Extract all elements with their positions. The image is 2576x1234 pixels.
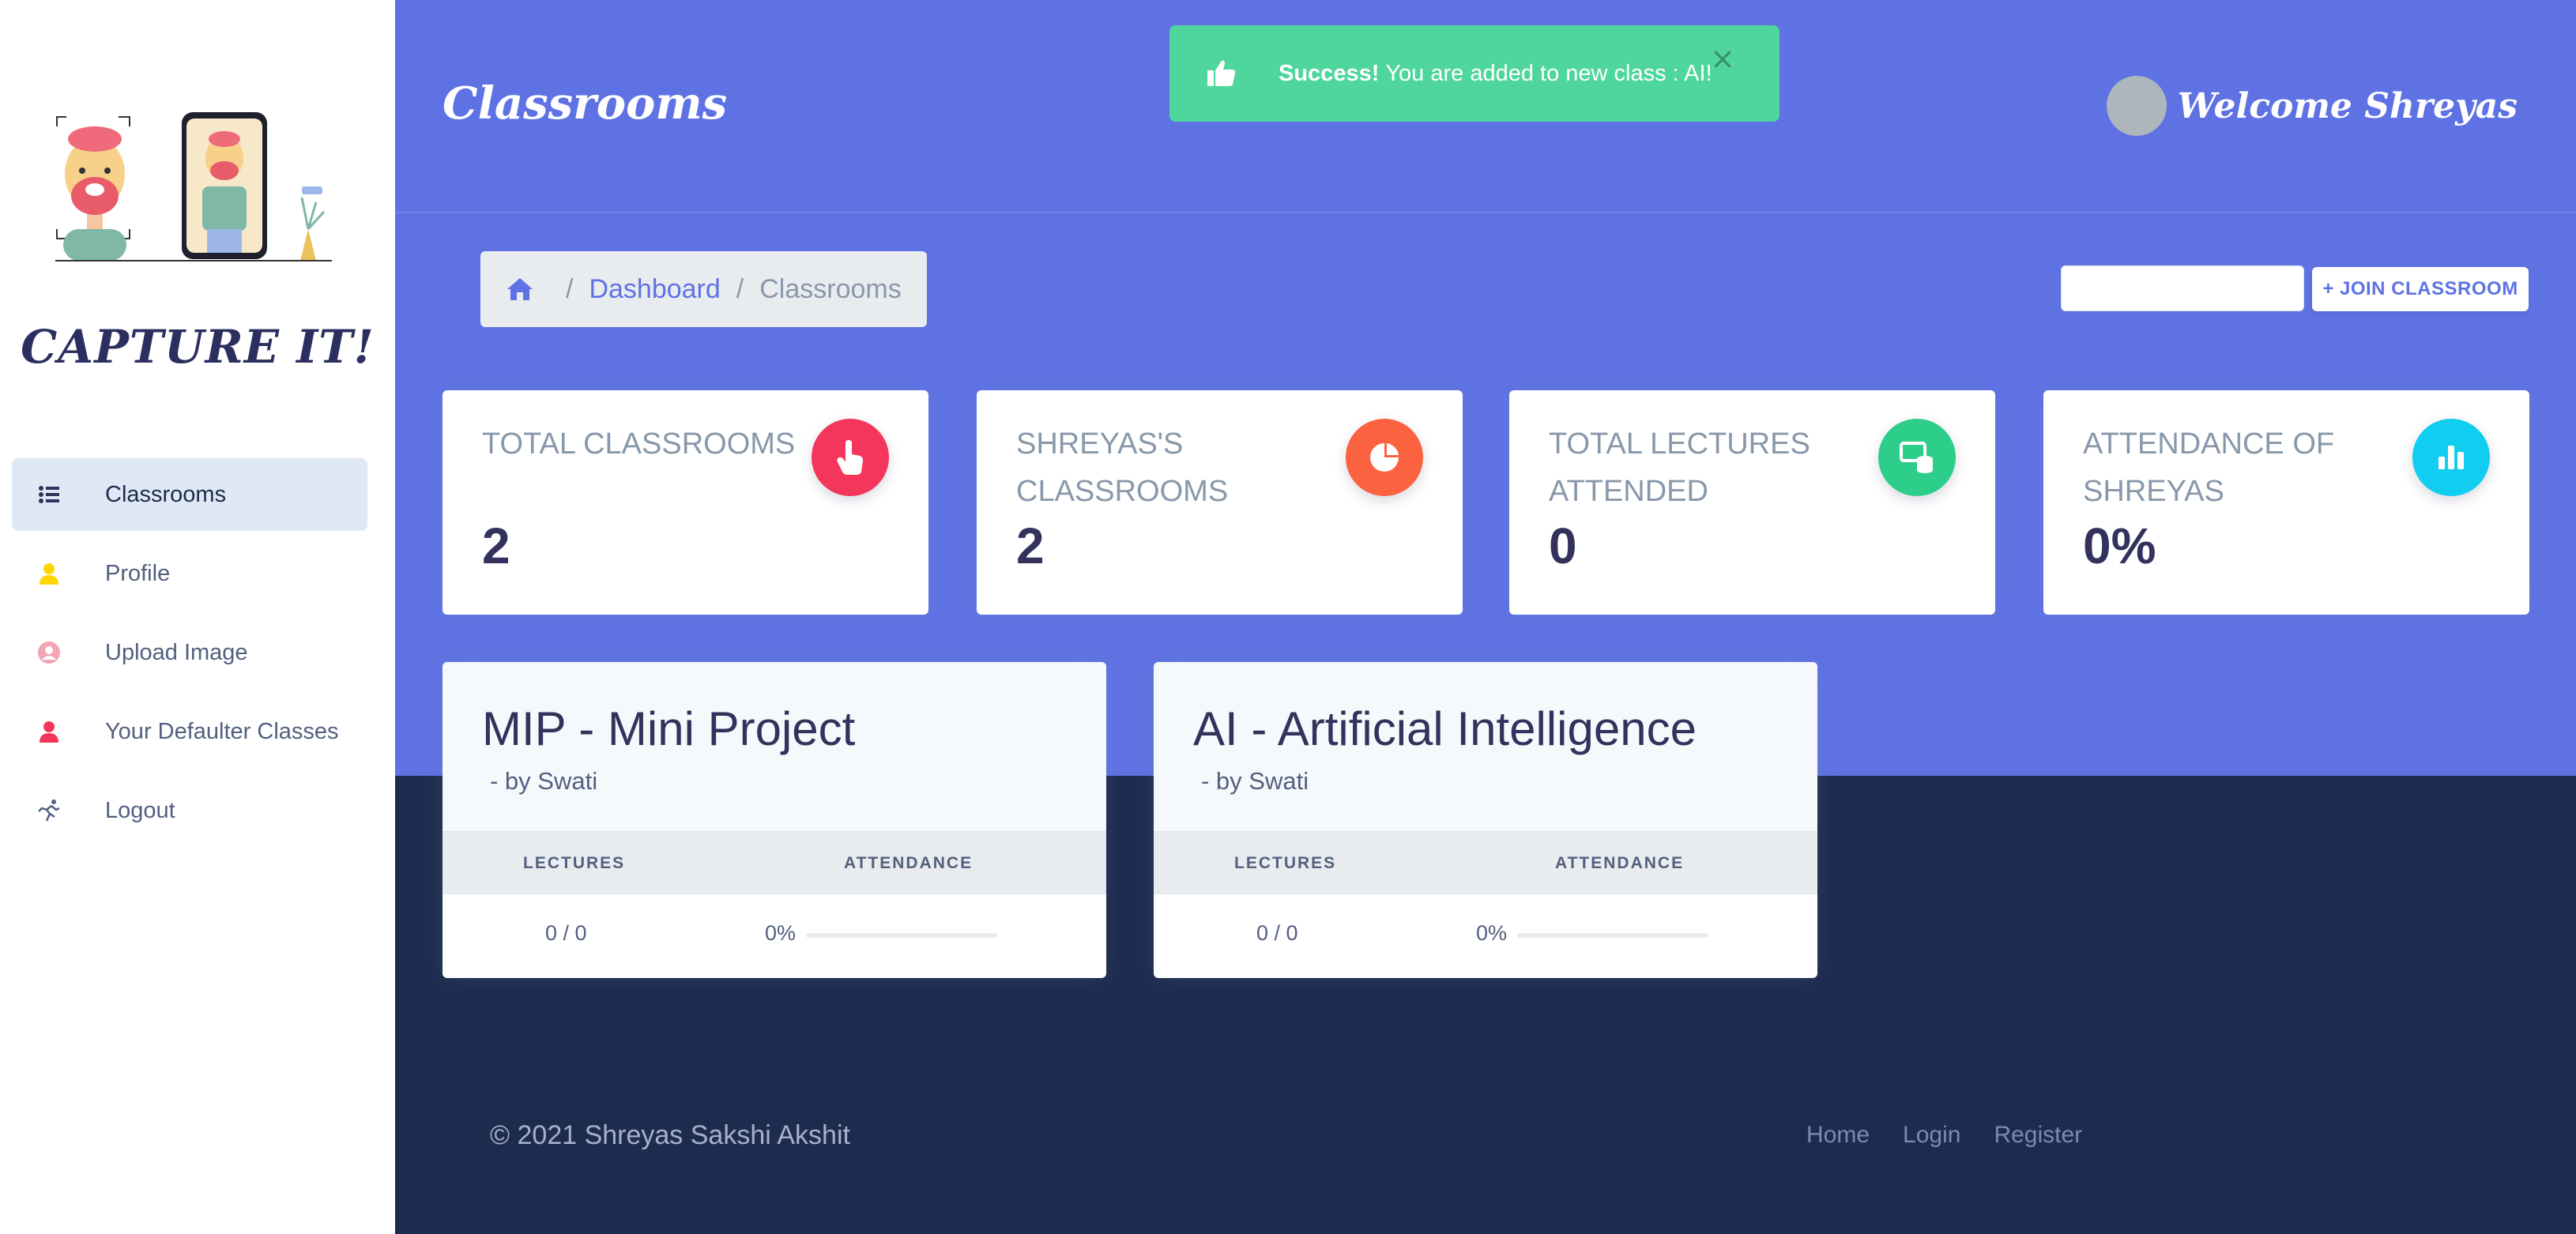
running-icon (37, 799, 61, 822)
brand-title: CAPTURE IT! (21, 320, 375, 374)
sidebar-item-label: Upload Image (105, 639, 248, 665)
stat-card-shreyas-classrooms: SHREYAS'S CLASSROOMS 2 (977, 390, 1463, 615)
class-teacher: - by Swati (490, 767, 598, 795)
table-header: LECTURES ATTENDANCE (443, 831, 1106, 894)
stat-value: 2 (482, 517, 510, 574)
lectures-count: 0 / 0 (545, 921, 587, 945)
user-icon (37, 720, 61, 743)
sidebar-item-label: Profile (105, 560, 171, 586)
sidebar-item-label: Logout (105, 797, 175, 823)
stat-value: 0 (1549, 517, 1577, 574)
sidebar-item-label: Your Defaulter Classes (105, 718, 339, 744)
user-circle-icon (37, 641, 61, 664)
stat-title: TOTAL LECTURES ATTENDED (1549, 427, 1810, 508)
footer-link-register[interactable]: Register (1994, 1122, 2082, 1149)
logo-illustration (55, 112, 332, 261)
sidebar-item-defaulter-classes[interactable]: Your Defaulter Classes (12, 695, 367, 768)
lectures-header: LECTURES (523, 854, 626, 872)
lectures-header: LECTURES (1234, 854, 1337, 872)
join-code-input[interactable] (2061, 265, 2304, 311)
close-icon[interactable]: × (1710, 41, 1735, 76)
sidebar-nav: Classrooms Profile Upload Image Your Def… (12, 458, 367, 853)
footer-link-login[interactable]: Login (1903, 1122, 1960, 1149)
class-teacher: - by Swati (1201, 767, 1309, 795)
stat-value: 2 (1016, 517, 1045, 574)
stat-title: TOTAL CLASSROOMS (482, 427, 796, 461)
bar-chart-icon (2412, 419, 2490, 496)
class-name: MIP - Mini Project (482, 702, 856, 755)
sidebar-item-label: Classrooms (105, 481, 227, 507)
alert-message: You are added to new class : AI! (1385, 60, 1712, 86)
class-name: AI - Artificial Intelligence (1193, 702, 1697, 755)
sidebar-item-logout[interactable]: Logout (12, 774, 367, 847)
breadcrumb-dashboard-link[interactable]: Dashboard (589, 274, 720, 305)
sidebar-item-classrooms[interactable]: Classrooms (12, 458, 367, 531)
sidebar-item-upload-image[interactable]: Upload Image (12, 616, 367, 689)
page-title: Classrooms (443, 77, 728, 130)
table-row: 0 / 0 0% (1154, 894, 1817, 978)
alert-title: Success! (1279, 60, 1380, 86)
attendance-percent: 0% (1476, 921, 1508, 945)
stat-title: SHREYAS'S CLASSROOMS (1016, 427, 1229, 508)
copyright-text: © 2021 Shreyas Sakshi Akshit (490, 1120, 850, 1150)
pie-chart-icon (1346, 419, 1423, 496)
stat-card-attendance: ATTENDANCE OF SHREYAS 0% (2043, 390, 2529, 615)
home-icon[interactable] (506, 275, 534, 303)
class-card-ai[interactable]: AI - Artificial Intelligence - by Swati … (1154, 662, 1817, 978)
breadcrumb: / Dashboard / Classrooms (480, 251, 927, 327)
attendance-percent: 0% (765, 921, 797, 945)
list-icon (37, 483, 61, 506)
sidebar-item-profile[interactable]: Profile (12, 537, 367, 610)
avatar[interactable] (2106, 76, 2167, 136)
success-alert: Success! You are added to new class : AI… (1169, 25, 1779, 122)
attendance-progress-bar (806, 933, 997, 938)
stat-card-total-lectures: TOTAL LECTURES ATTENDED 0 (1509, 390, 1995, 615)
attendance-progress-bar (1517, 933, 1708, 938)
footer-link-home[interactable]: Home (1806, 1122, 1870, 1149)
table-header: LECTURES ATTENDANCE (1154, 831, 1817, 894)
sidebar: CAPTURE IT! Classrooms Profile Upload Im… (0, 0, 395, 1234)
class-card-header: MIP - Mini Project - by Swati (443, 662, 1106, 831)
breadcrumb-separator: / (736, 273, 744, 304)
header-divider (395, 212, 2576, 213)
attendance-header: ATTENDANCE (844, 854, 974, 872)
class-card-mip[interactable]: MIP - Mini Project - by Swati LECTURES A… (443, 662, 1106, 978)
stat-title: ATTENDANCE OF SHREYAS (2083, 427, 2335, 508)
class-card-header: AI - Artificial Intelligence - by Swati (1154, 662, 1817, 831)
user-menu[interactable]: Welcome Shreyas (2106, 76, 2518, 136)
breadcrumb-current: Classrooms (759, 273, 902, 304)
stat-card-total-classrooms: TOTAL CLASSROOMS 2 (443, 390, 928, 615)
join-classroom-button[interactable]: + JOIN CLASSROOM (2312, 267, 2529, 311)
attendance-header: ATTENDANCE (1555, 854, 1685, 872)
database-icon (1878, 419, 1956, 496)
thumbs-up-icon (1207, 60, 1236, 86)
breadcrumb-separator: / (566, 273, 574, 304)
table-row: 0 / 0 0% (443, 894, 1106, 978)
footer-links: Home Login Register (1806, 1122, 2115, 1149)
user-icon (37, 562, 61, 585)
welcome-text: Welcome Shreyas (2177, 85, 2518, 126)
stat-value: 0% (2083, 517, 2156, 574)
lectures-count: 0 / 0 (1256, 921, 1298, 945)
pointer-icon (812, 419, 889, 496)
